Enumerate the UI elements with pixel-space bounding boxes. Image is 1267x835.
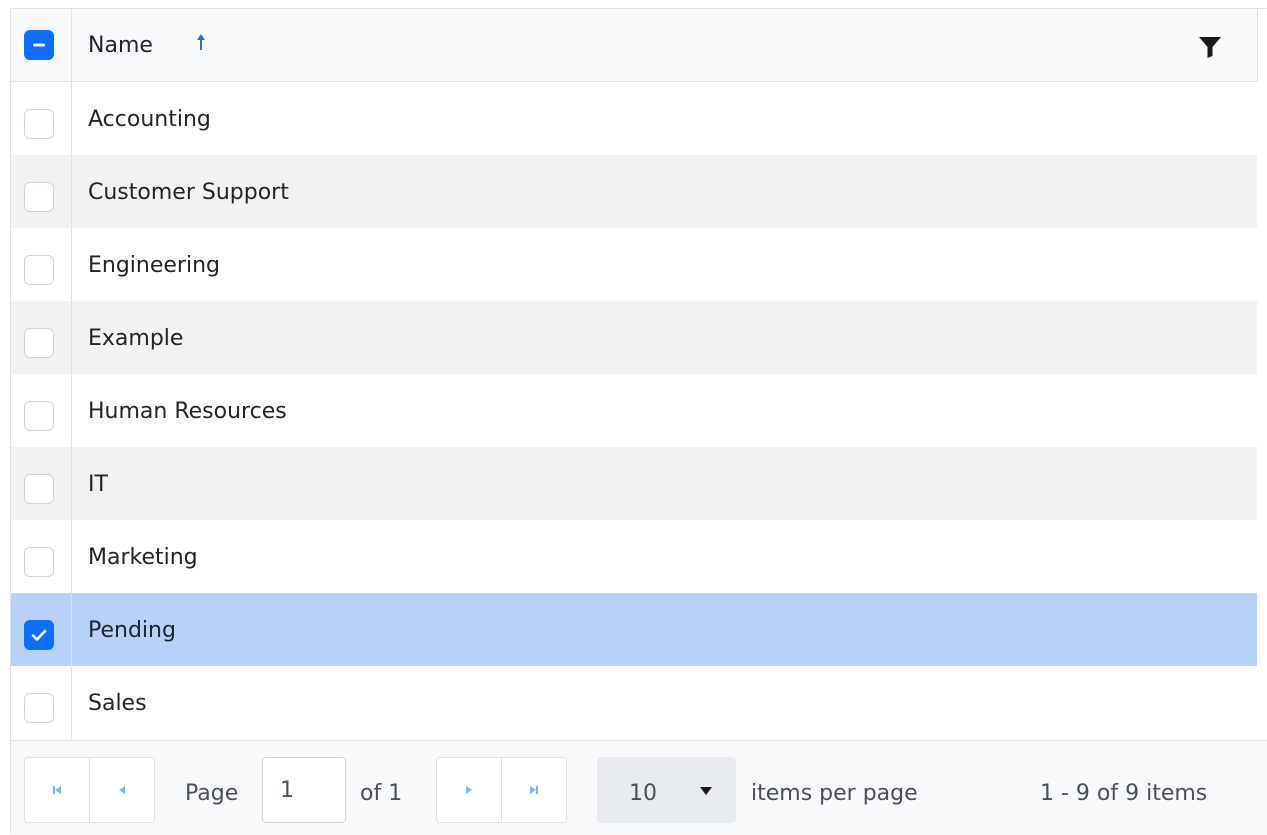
header-select-cell	[11, 9, 72, 81]
table-row[interactable]: IT	[11, 447, 1257, 520]
last-page-button[interactable]	[501, 758, 566, 822]
arrow-up-icon[interactable]	[195, 31, 207, 55]
pager-summary: 1 - 9 of 9 items	[1040, 781, 1208, 806]
column-header-name[interactable]: Name	[72, 9, 1257, 81]
row-checkbox[interactable]	[24, 547, 54, 577]
table-row[interactable]: Accounting	[11, 82, 1257, 155]
pager-back-buttons	[24, 757, 155, 823]
select-all-checkbox[interactable]	[24, 30, 54, 60]
row-name: Engineering	[88, 253, 220, 278]
row-name: Customer Support	[88, 180, 289, 205]
row-checkbox[interactable]	[24, 693, 54, 723]
items-per-page-label: items per page	[751, 781, 918, 806]
row-name: Sales	[88, 691, 147, 716]
row-name: Accounting	[88, 107, 211, 132]
row-select-cell	[11, 520, 72, 593]
first-page-icon	[53, 786, 61, 794]
row-name: Example	[88, 326, 184, 351]
last-page-icon	[530, 786, 538, 794]
next-page-icon	[466, 786, 472, 794]
table-row[interactable]: Example	[11, 301, 1257, 374]
row-select-cell	[11, 155, 72, 228]
page-size-dropdown[interactable]: 10	[597, 757, 736, 823]
row-select-cell	[11, 82, 72, 155]
caret-down-icon	[700, 787, 712, 795]
row-checkbox[interactable]	[24, 255, 54, 285]
row-checkbox[interactable]	[24, 182, 54, 212]
row-checkbox[interactable]	[24, 620, 54, 650]
header-edge-divider	[1257, 9, 1258, 81]
row-name: IT	[88, 472, 108, 497]
grid-right-gutter	[1257, 82, 1267, 740]
page-number-input[interactable]	[262, 757, 346, 823]
table-row[interactable]: Pending	[11, 593, 1257, 666]
page-label: Page	[185, 781, 239, 806]
next-page-button[interactable]	[437, 758, 501, 822]
row-select-cell	[11, 447, 72, 520]
filter-icon[interactable]	[1198, 35, 1222, 59]
table-row[interactable]: Engineering	[11, 228, 1257, 301]
row-select-cell	[11, 228, 72, 301]
table-row[interactable]: Marketing	[11, 520, 1257, 593]
grid-header: Name	[11, 9, 1258, 82]
row-select-cell	[11, 593, 72, 666]
row-name: Marketing	[88, 545, 198, 570]
row-name: Pending	[88, 618, 176, 643]
checkmark-icon	[31, 629, 47, 641]
table-row[interactable]: Customer Support	[11, 155, 1257, 228]
pager: Page of 1 10 items per page 1 - 9 o	[11, 740, 1267, 835]
page-size-value: 10	[629, 781, 657, 806]
table-row[interactable]: Sales	[11, 666, 1257, 739]
pager-forward-buttons	[436, 757, 567, 823]
row-checkbox[interactable]	[24, 328, 54, 358]
minus-icon	[33, 43, 45, 47]
first-page-button[interactable]	[25, 758, 89, 822]
previous-page-button[interactable]	[89, 758, 154, 822]
previous-page-icon	[119, 786, 125, 794]
row-checkbox[interactable]	[24, 474, 54, 504]
column-header-label[interactable]: Name	[88, 33, 153, 59]
row-checkbox[interactable]	[24, 401, 54, 431]
row-select-cell	[11, 666, 72, 739]
grid-body: Accounting Customer Support Engineering …	[11, 82, 1257, 740]
table-row[interactable]: Human Resources	[11, 374, 1257, 447]
row-checkbox[interactable]	[24, 109, 54, 139]
row-name: Human Resources	[88, 399, 287, 424]
page-count-label: of 1	[360, 781, 403, 806]
row-select-cell	[11, 374, 72, 447]
data-grid: Name Accounting Customer Support Enginee…	[10, 8, 1267, 835]
row-select-cell	[11, 301, 72, 374]
